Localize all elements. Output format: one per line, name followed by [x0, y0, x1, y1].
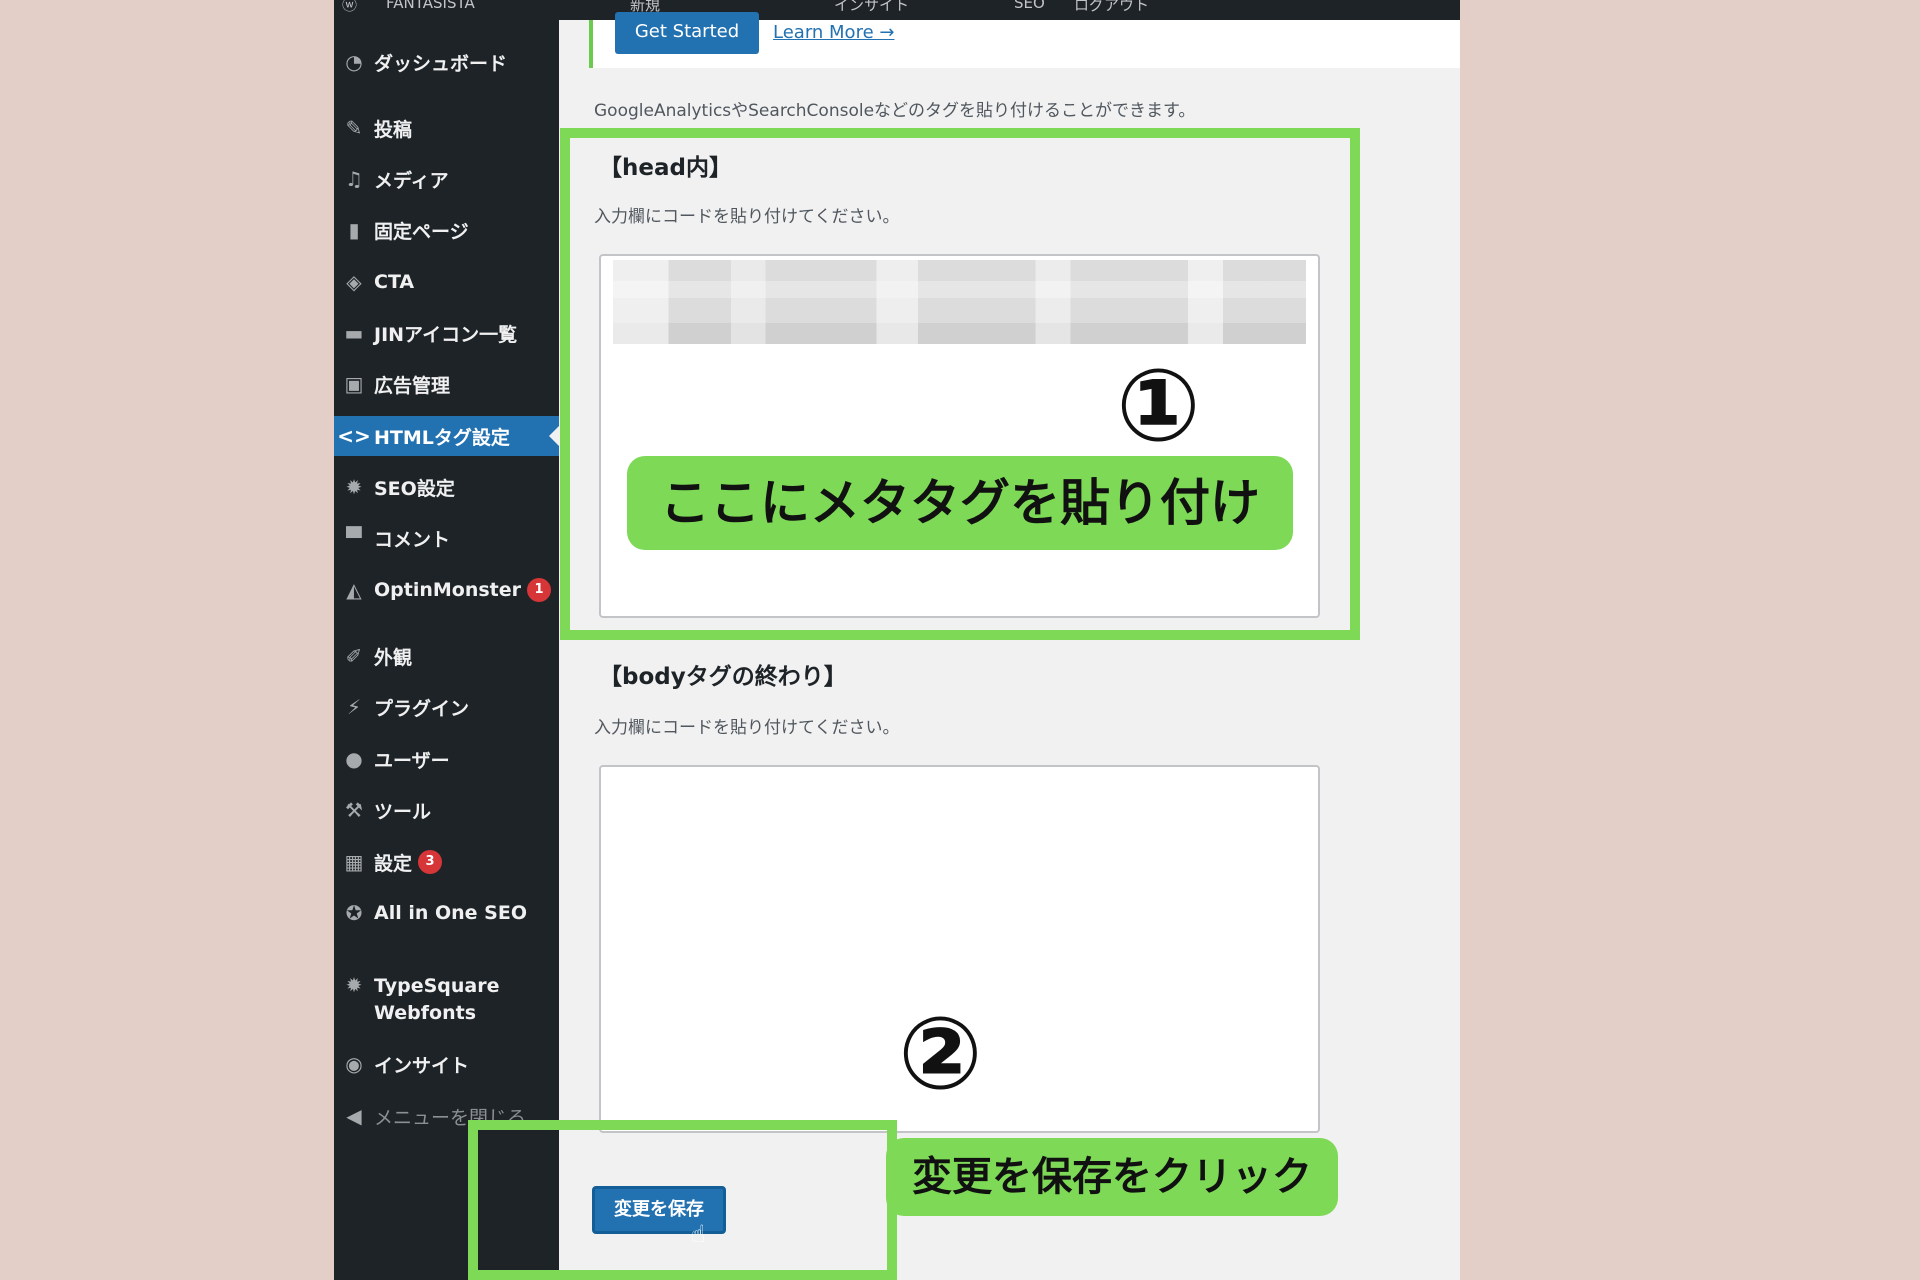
sidebar-item-cta[interactable]: ◈ CTA [334, 262, 559, 302]
gear-icon: ✹ [345, 973, 363, 997]
sidebar-item-optinmonster[interactable]: ◭ OptinMonster 1 [334, 570, 559, 610]
ad-icon: ▣ [344, 372, 364, 396]
step-1-number: ① [1116, 347, 1201, 464]
comment-icon: ▀ [346, 526, 362, 550]
sidebar-item-ads[interactable]: ▣ 広告管理 [334, 364, 559, 404]
list-icon: ▬ [344, 321, 364, 345]
step-1-callout: ここにメタタグを貼り付け [627, 456, 1293, 550]
wordpress-icon[interactable]: ⓦ [342, 0, 357, 15]
learn-more-link[interactable]: Learn More → [773, 22, 894, 43]
notification-badge: 1 [527, 578, 552, 602]
admin-bar: ⓦ FANTASISTA 新規 インサイト SEO ログアウト [334, 0, 1460, 20]
wrench-icon: ⚒ [345, 798, 363, 822]
plugin-notice: Get Started Learn More → [589, 12, 1460, 68]
sidebar-item-appearance[interactable]: ✐ 外観 [334, 636, 559, 676]
sidebar-item-jin-icons[interactable]: ▬ JINアイコン一覧 [334, 313, 559, 353]
aioseo-icon: ✪ [345, 901, 363, 925]
sidebar-item-all-in-one-seo[interactable]: ✪ All in One SEO [334, 893, 559, 933]
code-icon: <> [337, 424, 371, 448]
dashboard-icon: ◔ [345, 50, 363, 74]
sidebar-item-insight[interactable]: ◉ インサイト [334, 1044, 559, 1084]
logout-link[interactable]: ログアウト [1074, 0, 1149, 15]
pin-icon: ✎ [345, 116, 363, 140]
gear-icon: ✹ [345, 475, 363, 499]
sidebar-item-tools[interactable]: ⚒ ツール [334, 790, 559, 830]
sidebar-item-html-tags[interactable]: <> HTMLタグ設定 [334, 416, 559, 456]
page-description: GoogleAnalyticsやSearchConsoleなどのタグを貼り付ける… [594, 101, 1196, 121]
sidebar-item-pages[interactable]: ▮ 固定ページ [334, 210, 559, 250]
site-name-link[interactable]: FANTASISTA [386, 0, 475, 12]
media-icon: ♫ [345, 167, 363, 191]
sidebar-item-media[interactable]: ♫ メディア [334, 159, 559, 199]
sidebar-item-plugins[interactable]: ⚡ プラグイン [334, 687, 559, 727]
sidebar-item-users[interactable]: ● ユーザー [334, 739, 559, 779]
notification-badge: 3 [418, 850, 443, 874]
user-icon: ● [345, 747, 363, 771]
sidebar-item-typesquare[interactable]: ✹ TypeSquare Webfonts [334, 973, 559, 1033]
body-section-title: 【bodyタグの終わり】 [599, 664, 847, 690]
collapse-icon: ◀ [346, 1104, 362, 1128]
step-2-callout: 変更を保存をクリック [886, 1138, 1338, 1216]
seo-link[interactable]: SEO [1014, 0, 1045, 12]
highlight-box-save-button [468, 1120, 897, 1280]
monster-icon: ◭ [346, 578, 362, 602]
sidebar-item-comments[interactable]: ▀ コメント [334, 518, 559, 558]
admin-sidebar: ◔ ダッシュボード ✎ 投稿 ♫ メディア ▮ 固定ページ ◈ CTA ▬ JI… [334, 20, 559, 1280]
step-2-number: ② [898, 995, 983, 1112]
tag-icon: ◈ [346, 270, 362, 294]
settings-icon: ▦ [344, 850, 364, 874]
sidebar-item-dashboard[interactable]: ◔ ダッシュボード [334, 42, 559, 82]
highlight-box-head-field [560, 128, 1360, 640]
sidebar-item-posts[interactable]: ✎ 投稿 [334, 108, 559, 148]
sidebar-item-settings[interactable]: ▦ 設定 3 [334, 842, 559, 882]
get-started-button[interactable]: Get Started [615, 12, 759, 54]
brush-icon: ✐ [345, 644, 363, 668]
sidebar-item-seo-settings[interactable]: ✹ SEO設定 [334, 467, 559, 507]
plugin-icon: ⚡ [346, 695, 362, 719]
insight-link[interactable]: インサイト [834, 0, 909, 15]
body-section-hint: 入力欄にコードを貼り付けてください。 [594, 718, 900, 738]
page-icon: ▮ [348, 218, 360, 242]
insight-icon: ◉ [345, 1052, 363, 1076]
